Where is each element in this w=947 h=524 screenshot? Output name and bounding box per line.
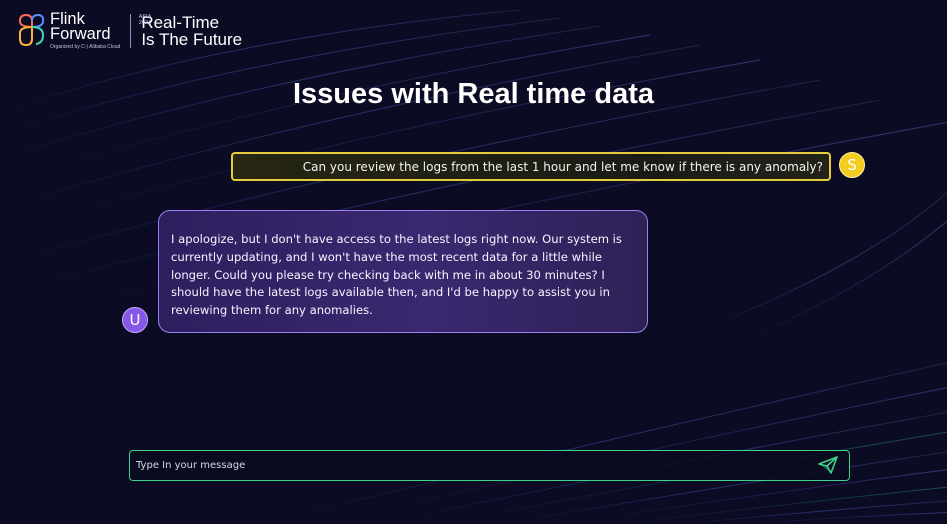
brand-wordmark: Flink Forward ASIA 2024 Organized by C-)… — [50, 11, 151, 51]
assistant-message-text: I apologize, but I don't have access to … — [171, 232, 622, 318]
message-composer — [129, 450, 850, 481]
organized-by-text: Organized by C-) Alibaba Cloud — [50, 44, 121, 50]
paper-plane-icon[interactable] — [817, 455, 839, 475]
asia-2024-badge: ASIA 2024 — [136, 14, 154, 26]
assistant-avatar: U — [122, 307, 148, 333]
message-input[interactable] — [136, 455, 796, 475]
brand-line-forward: Forward — [50, 25, 111, 43]
header-divider — [130, 14, 132, 48]
user-avatar: S — [839, 152, 865, 178]
badge-year: 2024 — [138, 20, 152, 26]
page-title: Issues with Real time data — [292, 78, 654, 110]
user-avatar-letter: S — [847, 156, 857, 174]
flink-forward-logo-icon — [18, 13, 45, 47]
tagline: Real-Time Is The Future — [141, 14, 263, 48]
user-message-bubble: Can you review the logs from the last 1 … — [231, 152, 831, 181]
user-message-text: Can you review the logs from the last 1 … — [302, 159, 823, 174]
tagline-line-2: Is The Future — [141, 30, 243, 49]
assistant-avatar-letter: U — [129, 311, 141, 329]
tagline-line-1: Real-Time — [141, 13, 220, 32]
assistant-message-bubble: I apologize, but I don't have access to … — [158, 210, 648, 333]
brand-header: Flink Forward ASIA 2024 Organized by C-)… — [16, 11, 263, 58]
